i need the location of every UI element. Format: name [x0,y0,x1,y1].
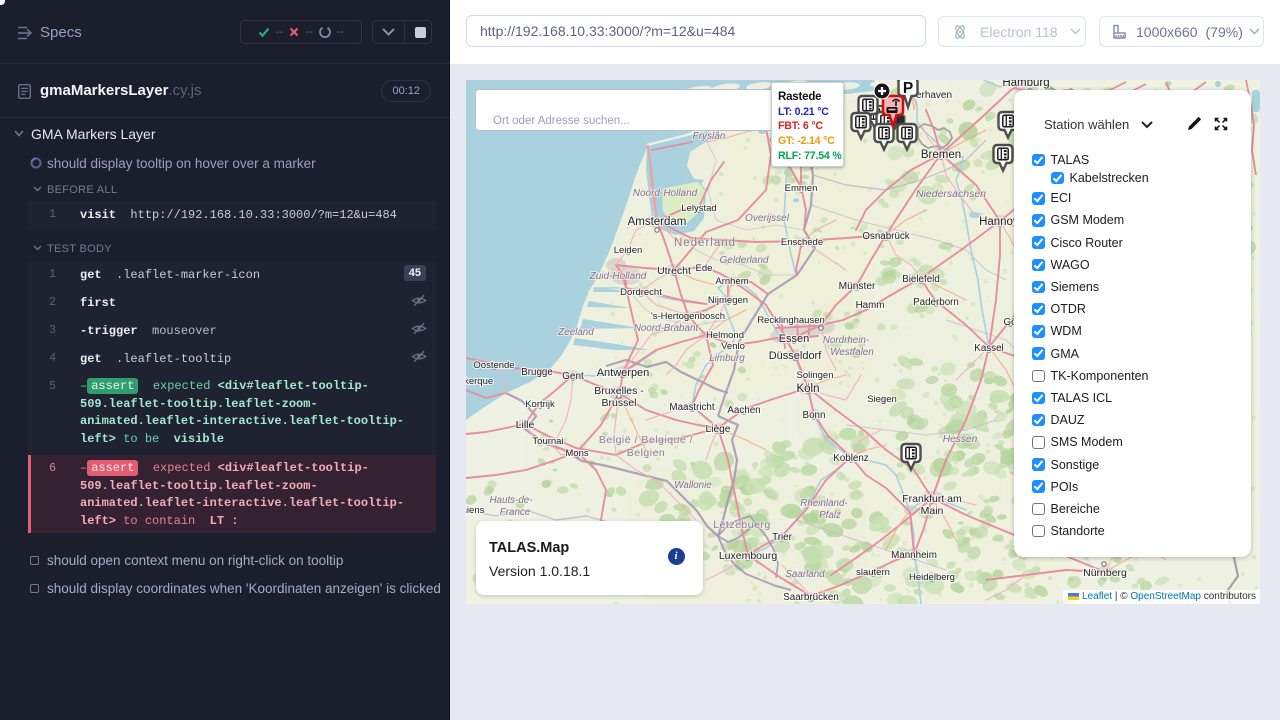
svg-text:Hamm: Hamm [856,300,885,311]
svg-text:Nürnberg: Nürnberg [1083,567,1127,579]
svg-text:België / Belgique /: België / Belgique / [599,434,693,446]
svg-text:Gelderland: Gelderland [720,255,769,266]
svg-text:slautern: slautern [856,567,890,578]
svg-text:Emmen: Emmen [785,183,818,194]
svg-text:nkerque: nkerque [466,376,493,387]
svg-text:Mons: Mons [565,448,588,459]
svg-text:Lelystad: Lelystad [681,203,716,214]
svg-text:Belgien: Belgien [627,447,666,459]
svg-text:France: France [500,507,531,518]
svg-text:Münster: Münster [839,281,876,292]
svg-text:Hauts-de-: Hauts-de- [489,495,533,506]
svg-text:Westfalen: Westfalen [830,347,873,358]
svg-text:Luxembourg: Luxembourg [719,550,778,562]
svg-text:Utrecht: Utrecht [657,265,691,277]
svg-text:Saarland: Saarland [785,569,825,580]
svg-text:Maastricht: Maastricht [669,402,714,413]
svg-text:Antwerpen: Antwerpen [597,367,650,379]
svg-text:Brugge: Brugge [521,367,553,378]
svg-text:Tournai: Tournai [532,436,563,447]
svg-text:erhaven: erhaven [916,90,952,101]
svg-text:Nijmegen: Nijmegen [708,295,748,306]
svg-text:Lille: Lille [516,419,535,431]
svg-text:niens: niens [466,505,485,516]
svg-text:Saarbrücken: Saarbrücken [783,592,839,603]
svg-text:Nordrhein-: Nordrhein- [823,335,870,346]
svg-text:Wallonie: Wallonie [674,480,712,491]
svg-text:Paderborn: Paderborn [913,297,959,308]
svg-text:Liège: Liège [706,424,731,435]
svg-text:Bielefeld: Bielefeld [902,274,940,285]
svg-text:Noord-Brabant: Noord-Brabant [634,323,700,334]
svg-text:Solingen: Solingen [797,370,834,381]
svg-text:Fryslân: Fryslân [693,131,726,142]
svg-text:Bremen: Bremen [921,149,961,161]
svg-text:P: P [903,80,913,97]
svg-text:Leiden: Leiden [614,245,643,256]
svg-text:Pfalz: Pfalz [819,510,841,521]
svg-text:Overijssel: Overijssel [745,213,790,224]
svg-text:Oostende: Oostende [473,360,514,371]
svg-text:Enschede: Enschede [781,237,823,248]
svg-text:Zuid-Holland: Zuid-Holland [589,271,647,282]
svg-text:Noord-Holland: Noord-Holland [633,188,698,199]
svg-text:Frankfurt am: Frankfurt am [902,493,962,505]
svg-text:Bonn: Bonn [803,410,826,421]
svg-text:Brussel: Brussel [601,397,636,409]
svg-text:Essen: Essen [779,333,810,345]
svg-text:Kortrijk: Kortrijk [525,399,555,410]
svg-text:Gent: Gent [562,371,584,382]
svg-text:'s-Hertogenbosch: 's-Hertogenbosch [651,311,725,322]
svg-text:Helmond: Helmond [706,330,744,341]
svg-text:Bruxelles -: Bruxelles - [594,385,644,397]
svg-text:Heidelberg: Heidelberg [909,572,955,583]
svg-text:Hamburg: Hamburg [1002,80,1049,89]
svg-text:Recklinghausen: Recklinghausen [757,315,825,326]
svg-text:Main: Main [921,505,944,517]
svg-text:Dordrecht: Dordrecht [620,287,662,298]
svg-text:Nederland: Nederland [674,237,736,249]
svg-text:Düsseldorf: Düsseldorf [769,350,823,362]
svg-text:Hessen: Hessen [943,434,978,445]
svg-text:Osnabrück: Osnabrück [862,231,909,242]
svg-text:Rheinland-: Rheinland- [800,498,848,509]
svg-text:Zeeland: Zeeland [557,327,594,338]
svg-text:Limburg: Limburg [709,353,745,364]
svg-text:Venlo: Venlo [721,341,745,352]
svg-text:Mannheim: Mannheim [891,550,937,561]
svg-text:Koblenz: Koblenz [833,453,869,464]
svg-text:Trier: Trier [772,532,793,543]
svg-text:Niedersachsen: Niedersachsen [916,188,986,200]
svg-text:Amsterdam: Amsterdam [628,216,687,228]
svg-text:Siegen: Siegen [867,394,897,405]
svg-text:Köln: Köln [796,383,819,395]
svg-text:Kassel: Kassel [974,343,1003,354]
svg-text:Aachen: Aachen [727,405,760,416]
svg-text:Ede: Ede [696,263,713,274]
svg-text:Lëtzebuerg: Lëtzebuerg [713,519,771,531]
svg-text:Arnhem: Arnhem [715,276,748,287]
